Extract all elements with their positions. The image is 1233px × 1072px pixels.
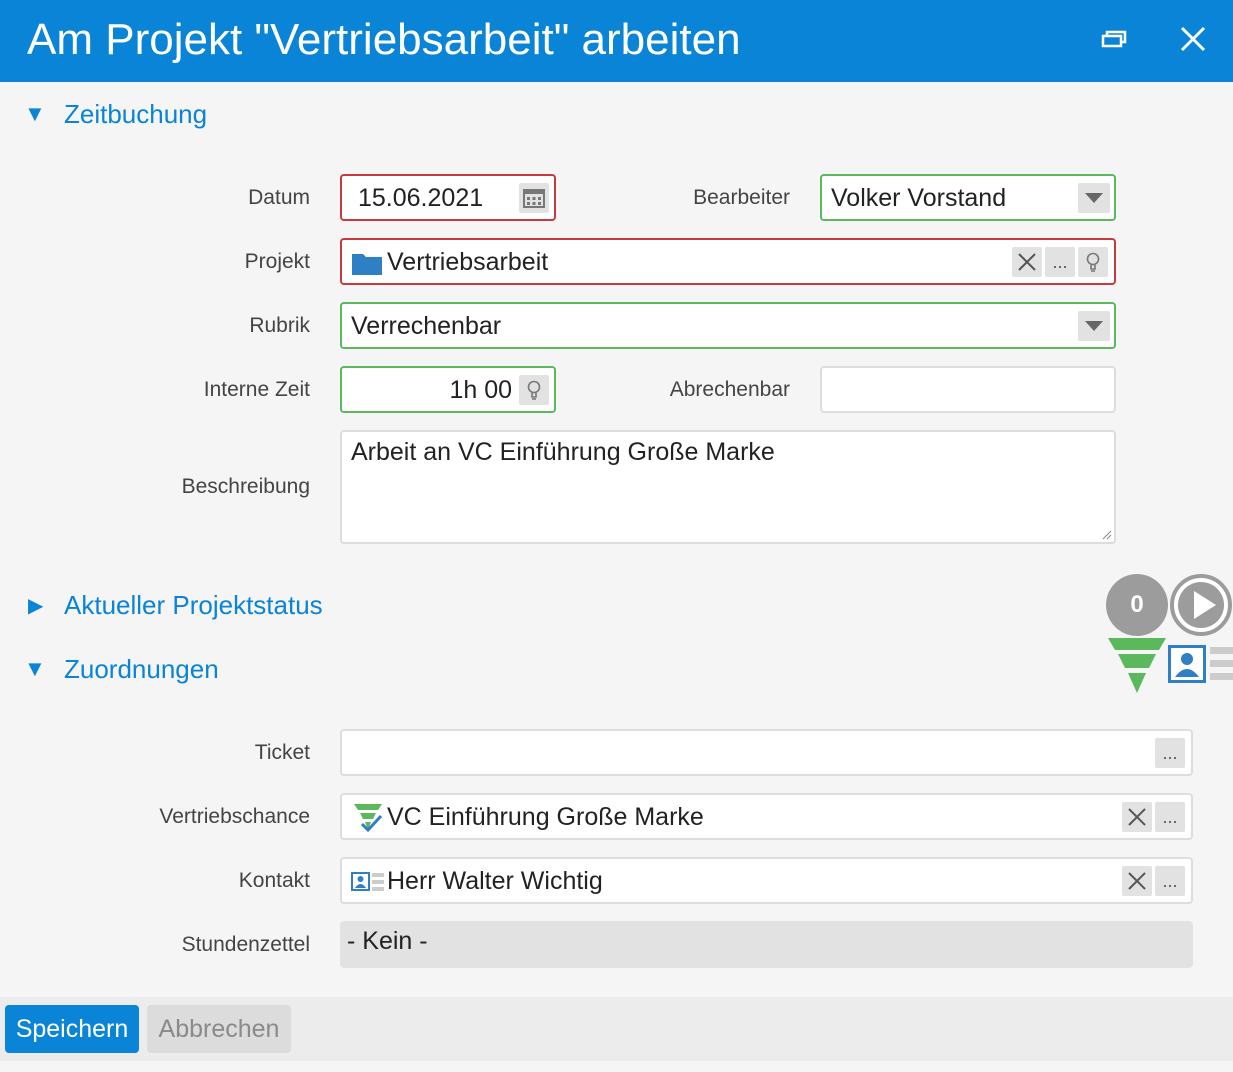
datum-value: 15.06.2021 — [358, 184, 484, 212]
datum-label: Datum — [248, 186, 310, 209]
beschreibung-label: Beschreibung — [181, 475, 310, 498]
rubrik-select[interactable]: Verrechenbar — [340, 302, 1116, 349]
kontakt-more-button[interactable]: ... — [1155, 866, 1185, 896]
abrechenbar-label: Abrechenbar — [669, 378, 790, 401]
section-zuordnungen[interactable]: ▼ Zuordnungen — [24, 651, 219, 687]
funnel-icon[interactable] — [1108, 638, 1166, 694]
section-projektstatus[interactable]: ▶ Aktueller Projektstatus — [24, 587, 323, 623]
stundenzettel-value: - Kein - — [347, 927, 428, 955]
projekt-suggest-button[interactable] — [1078, 247, 1108, 277]
calendar-icon — [523, 189, 545, 208]
dropdown-arrow-icon — [1085, 193, 1103, 203]
clear-icon — [1018, 253, 1036, 271]
lightbulb-icon — [1086, 252, 1100, 272]
projekt-label: Projekt — [244, 250, 310, 273]
rubrik-value: Verrechenbar — [351, 312, 502, 340]
kontakt-label: Kontakt — [238, 869, 310, 892]
contact-card-icon[interactable] — [1168, 645, 1233, 685]
vertriebschance-field[interactable]: VC Einführung Große Marke ... — [340, 793, 1193, 840]
kontakt-field[interactable]: Herr Walter Wichtig ... — [340, 857, 1193, 904]
section-zeitbuchung[interactable]: ▼ Zeitbuchung — [24, 96, 207, 132]
abrechenbar-field[interactable] — [820, 366, 1116, 413]
vertriebschance-clear-button[interactable] — [1122, 802, 1152, 832]
bearbeiter-label: Bearbeiter — [693, 186, 790, 209]
section-title-projektstatus: Aktueller Projektstatus — [64, 589, 323, 620]
projekt-clear-button[interactable] — [1012, 247, 1042, 277]
section-title-zeitbuchung: Zeitbuchung — [64, 98, 208, 129]
restore-icon — [1101, 30, 1127, 48]
interne-zeit-label: Interne Zeit — [203, 378, 310, 401]
collapse-triangle-icon: ▼ — [24, 101, 46, 126]
resize-handle-icon[interactable] — [1102, 530, 1112, 540]
projekt-more-button[interactable]: ... — [1045, 247, 1075, 277]
close-button[interactable] — [1172, 20, 1214, 62]
datum-field[interactable]: 15.06.2021 — [340, 174, 556, 221]
bearbeiter-select[interactable]: Volker Vorstand — [820, 174, 1116, 221]
interne-zeit-value: 1h 00 — [449, 376, 512, 404]
stundenzettel-label: Stundenzettel — [181, 933, 310, 956]
window-title: Am Projekt "Vertriebsarbeit" arbeiten — [27, 15, 741, 64]
contact-card-icon — [351, 872, 384, 891]
clear-icon — [1128, 872, 1146, 890]
rubrik-label: Rubrik — [249, 314, 310, 337]
rubrik-dropdown-button[interactable] — [1078, 311, 1110, 341]
folder-icon — [352, 254, 382, 275]
footer-bar: Speichern Abbrechen — [0, 997, 1233, 1061]
beschreibung-textarea[interactable]: Arbeit an VC Einführung Große Marke — [340, 430, 1116, 544]
kontakt-value: Herr Walter Wichtig — [387, 867, 603, 895]
restore-button[interactable] — [1093, 20, 1135, 62]
vertriebschance-value: VC Einführung Große Marke — [387, 803, 704, 831]
kontakt-clear-button[interactable] — [1122, 866, 1152, 896]
ticket-more-button[interactable]: ... — [1155, 738, 1185, 768]
lightbulb-icon — [527, 380, 541, 400]
vertriebschance-more-button[interactable]: ... — [1155, 802, 1185, 832]
collapse-triangle-icon: ▼ — [24, 656, 46, 681]
beschreibung-value: Arbeit an VC Einführung Große Marke — [351, 438, 775, 466]
ticket-field[interactable]: ... — [340, 729, 1193, 776]
ticket-label: Ticket — [254, 741, 310, 764]
section-title-zuordnungen: Zuordnungen — [64, 653, 219, 684]
counter-badge: 0 — [1106, 574, 1168, 636]
interne-zeit-suggest-button[interactable] — [519, 375, 549, 405]
sales-funnel-check-icon — [354, 804, 383, 832]
expand-triangle-icon: ▶ — [28, 594, 44, 617]
stundenzettel-field: - Kein - — [340, 921, 1193, 968]
play-icon[interactable] — [1169, 573, 1233, 637]
projekt-value: Vertriebsarbeit — [387, 248, 549, 276]
clear-icon — [1128, 808, 1146, 826]
close-icon — [1180, 26, 1206, 52]
interne-zeit-field[interactable]: 1h 00 — [340, 366, 556, 413]
dropdown-arrow-icon — [1085, 321, 1103, 331]
projekt-field[interactable]: Vertriebsarbeit ... — [340, 238, 1116, 285]
vertriebschance-label: Vertriebschance — [159, 805, 310, 828]
cancel-button[interactable]: Abbrechen — [147, 1005, 291, 1053]
bearbeiter-dropdown-button[interactable] — [1078, 183, 1110, 213]
bearbeiter-value: Volker Vorstand — [831, 184, 1007, 212]
calendar-button[interactable] — [519, 183, 549, 213]
save-button[interactable]: Speichern — [5, 1005, 139, 1053]
title-bar: Am Projekt "Vertriebsarbeit" arbeiten — [0, 0, 1233, 82]
